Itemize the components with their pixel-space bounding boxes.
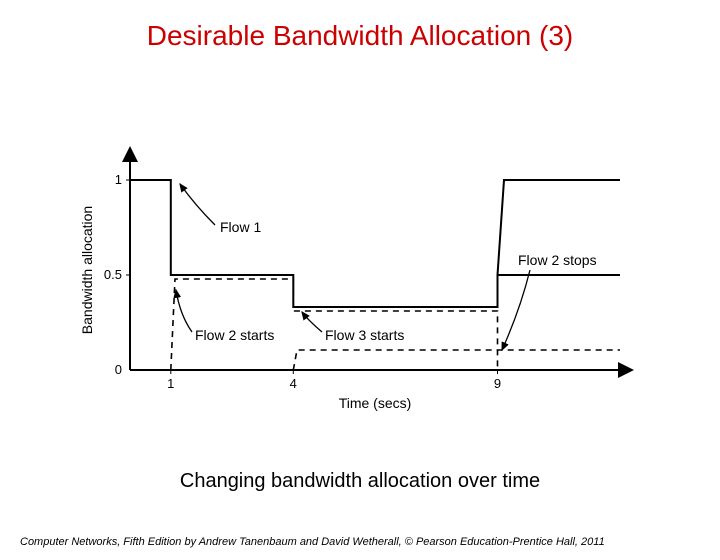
footer-text: Computer Networks, Fifth Edition by Andr… <box>20 536 700 548</box>
y-axis-label: Bandwidth allocation <box>80 206 95 334</box>
arrow-flow2-starts <box>176 290 192 332</box>
flow1-line <box>130 180 620 307</box>
arrow-flow2-stops <box>502 270 530 350</box>
x-tick-4: 4 <box>290 376 297 391</box>
y-tick-05: 0.5 <box>104 267 122 282</box>
annotation-flow2-starts: Flow 2 starts <box>195 327 274 343</box>
arrow-flow1 <box>180 184 215 225</box>
y-tick-0: 0 <box>115 362 122 377</box>
flow2-line <box>171 279 498 370</box>
x-axis-label: Time (secs) <box>339 395 412 411</box>
annotation-flow2-stops: Flow 2 stops <box>518 252 597 268</box>
arrow-flow3-starts <box>302 312 322 332</box>
caption: Changing bandwidth allocation over time <box>0 470 720 493</box>
slide-title: Desirable Bandwidth Allocation (3) <box>0 20 720 52</box>
x-tick-1: 1 <box>167 376 174 391</box>
annotation-flow3-starts: Flow 3 starts <box>325 327 404 343</box>
annotation-flow1: Flow 1 <box>220 219 261 235</box>
x-tick-9: 9 <box>494 376 501 391</box>
flow3-line <box>293 350 620 370</box>
y-tick-1: 1 <box>115 172 122 187</box>
chart: 0 0.5 1 1 4 9 Time (secs) Bandwidth allo… <box>80 140 640 420</box>
